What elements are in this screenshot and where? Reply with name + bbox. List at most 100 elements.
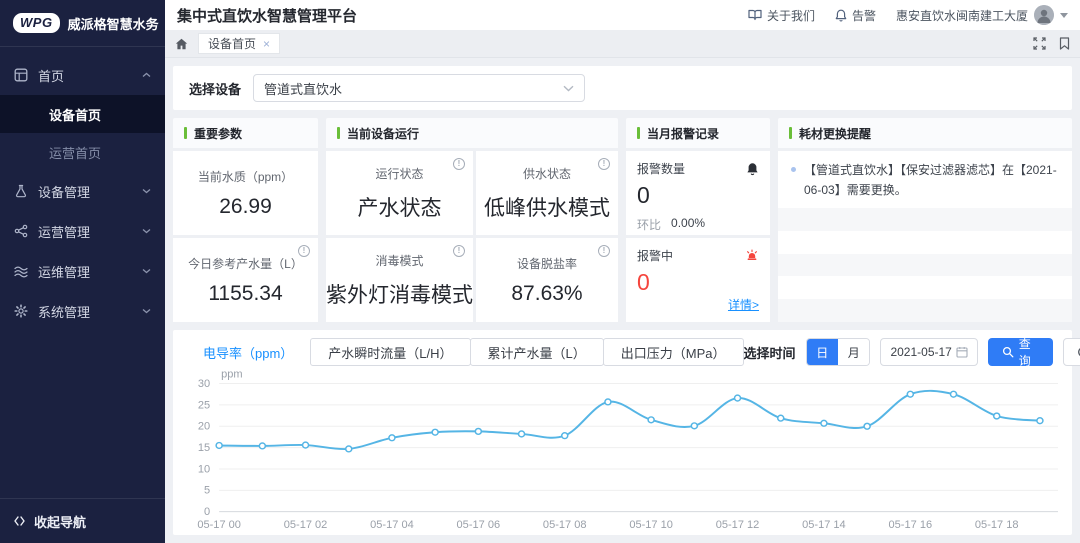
info-icon[interactable]: !	[453, 245, 465, 257]
stat-value: 26.99	[219, 195, 272, 219]
chart-tabs: 电导率（ppm） 产水瞬时流量（L/H） 累计产水量（L） 出口压力（MPa）	[185, 338, 744, 366]
org-name: 惠安直饮水闽南建工大厦	[896, 7, 1028, 24]
alarm-count-header: 报警数量	[637, 160, 759, 177]
info-icon[interactable]: !	[298, 245, 310, 257]
svg-text:05-17 04: 05-17 04	[370, 519, 414, 531]
card-body: ! 运行状态 产水状态 ! 供水状态 低峰供水模式 ! 消毒模式 紫外灯消毒模式	[326, 151, 618, 322]
query-button[interactable]: 查询	[988, 338, 1053, 366]
chevron-up-icon	[142, 72, 151, 78]
device-select[interactable]: 管道式直饮水	[253, 74, 585, 102]
alarm-count-label: 报警数量	[637, 160, 685, 177]
device-select-card: 选择设备 管道式直饮水	[173, 66, 1072, 110]
tab-outlet-pressure[interactable]: 出口压力（MPa）	[603, 338, 744, 366]
sidebar-item-operation-home[interactable]: 运营首页	[0, 133, 165, 171]
alarm-label: 告警	[852, 7, 876, 24]
chevron-down-icon	[142, 228, 151, 234]
sidebar-item-label: 系统管理	[38, 302, 90, 321]
tabbar-tools	[1033, 37, 1070, 50]
stat-daily-output: ! 今日参考产水量（L） 1155.34	[173, 238, 318, 322]
sidebar-item-label: 设备管理	[38, 182, 90, 201]
card-title: 重要参数	[194, 125, 242, 142]
consumable-item: 【管道式直饮水】【保安过滤器滤芯】在【2021-06-03】需要更换。	[778, 151, 1072, 208]
card-header: 当月报警记录	[626, 118, 770, 148]
sidebar-item-operation-mgmt[interactable]: 运营管理	[0, 211, 165, 251]
sidebar-item-label: 运营管理	[38, 222, 90, 241]
card-body: 当前水质（ppm） 26.99 ! 今日参考产水量（L） 1155.34	[173, 151, 318, 322]
stat-value: 低峰供水模式	[484, 192, 610, 222]
query-label: 查询	[1019, 335, 1039, 369]
stat-run-state: ! 运行状态 产水状态	[326, 151, 473, 235]
sidebar-item-device-mgmt[interactable]: 设备管理	[0, 171, 165, 211]
chart-card: 电导率（ppm） 产水瞬时流量（L/H） 累计产水量（L） 出口压力（MPa） …	[173, 330, 1072, 535]
chevron-down-icon	[142, 268, 151, 274]
info-icon[interactable]: !	[598, 245, 610, 257]
card-consumable-reminder: 耗材更换提醒 【管道式直饮水】【保安过滤器滤芯】在【2021-06-03】需要更…	[778, 118, 1072, 322]
card-monthly-alarms: 当月报警记录 报警数量 0 环比 0.00%	[626, 118, 770, 322]
stat-label: 设备脱盐率	[517, 255, 577, 272]
alarm-detail-link[interactable]: 详情>	[728, 296, 759, 313]
brand-header: WPG 威派格智慧水务	[0, 0, 165, 47]
svg-text:05-17 12: 05-17 12	[716, 519, 760, 531]
sidebar-item-system-mgmt[interactable]: 系统管理	[0, 291, 165, 331]
collapse-nav-button[interactable]: 收起导航	[0, 498, 165, 543]
alarm-active-header: 报警中	[637, 247, 759, 264]
close-icon[interactable]: ×	[263, 38, 270, 50]
tab-instant-flow[interactable]: 产水瞬时流量（L/H）	[310, 338, 470, 366]
stat-label: 当前水质（ppm）	[198, 168, 293, 185]
tab-conductivity[interactable]: 电导率（ppm）	[185, 338, 311, 366]
tab-device-home[interactable]: 设备首页 ×	[198, 33, 280, 54]
time-select-label: 选择时间	[744, 343, 796, 362]
brand-name: 威派格智慧水务	[68, 14, 159, 33]
bell-icon	[835, 9, 847, 22]
stat-value: 产水状态	[358, 192, 442, 222]
sidebar-item-home[interactable]: 首页	[0, 55, 165, 95]
stat-supply-state: ! 供水状态 低峰供水模式	[476, 151, 618, 235]
wpg-logo: WPG	[13, 13, 60, 33]
tab-label: 设备首页	[208, 35, 256, 52]
empty-row	[778, 299, 1072, 322]
svg-text:0: 0	[204, 506, 210, 518]
content: 选择设备 管道式直饮水 重要参数 当前水质（ppm） 26.99	[165, 58, 1080, 543]
sidebar-item-device-home[interactable]: 设备首页	[0, 95, 165, 133]
home-tab-icon[interactable]	[175, 38, 188, 50]
header-actions: 关于我们 告警 惠安直饮水闽南建工大厦	[748, 5, 1068, 25]
tab-total-output[interactable]: 累计产水量（L）	[470, 338, 604, 366]
sidebar-item-maintenance-mgmt[interactable]: 运维管理	[0, 251, 165, 291]
calendar-icon	[956, 346, 968, 358]
month-button[interactable]: 月	[838, 339, 869, 365]
day-button[interactable]: 日	[807, 339, 838, 365]
card-body: 报警数量 0 环比 0.00% 报警中	[626, 151, 770, 322]
date-picker[interactable]: 2021-05-17	[880, 338, 977, 366]
about-us-link[interactable]: 关于我们	[748, 7, 815, 24]
alarm-active-value: 0	[637, 269, 759, 296]
book-icon	[748, 9, 762, 21]
chevron-down-icon	[563, 85, 574, 92]
info-icon[interactable]: !	[598, 158, 610, 170]
about-us-label: 关于我们	[767, 7, 815, 24]
chevron-down-icon	[142, 188, 151, 194]
accent-bar	[337, 127, 340, 139]
card-title: 当月报警记录	[647, 125, 719, 142]
page-title: 集中式直饮水智慧管理平台	[177, 5, 357, 26]
alarm-link[interactable]: 告警	[835, 7, 876, 24]
bullet-dot-icon	[791, 167, 796, 172]
empty-row	[778, 208, 1072, 231]
fullscreen-icon[interactable]	[1033, 37, 1046, 50]
ratio-value: 0.00%	[671, 216, 705, 233]
reset-button[interactable]: 重置	[1063, 338, 1080, 366]
sidebar-item-label: 首页	[38, 66, 64, 85]
ratio-row: 环比 0.00%	[637, 216, 759, 233]
accent-bar	[184, 127, 187, 139]
stat-label: 供水状态	[523, 165, 571, 182]
svg-text:05-17 08: 05-17 08	[543, 519, 587, 531]
card-important-params: 重要参数 当前水质（ppm） 26.99 ! 今日参考产水量（L） 1155.3…	[173, 118, 318, 322]
accent-bar	[789, 127, 792, 139]
share-nodes-icon	[14, 224, 28, 238]
svg-text:15: 15	[198, 442, 210, 454]
collapse-nav-icon	[13, 515, 26, 527]
sidebar: WPG 威派格智慧水务 首页 设备首页 运营首页 设备管理	[0, 0, 165, 543]
user-menu[interactable]: 惠安直饮水闽南建工大厦	[896, 5, 1068, 25]
bookmark-icon[interactable]	[1059, 37, 1070, 50]
chevron-down-icon	[142, 308, 151, 314]
info-icon[interactable]: !	[453, 158, 465, 170]
